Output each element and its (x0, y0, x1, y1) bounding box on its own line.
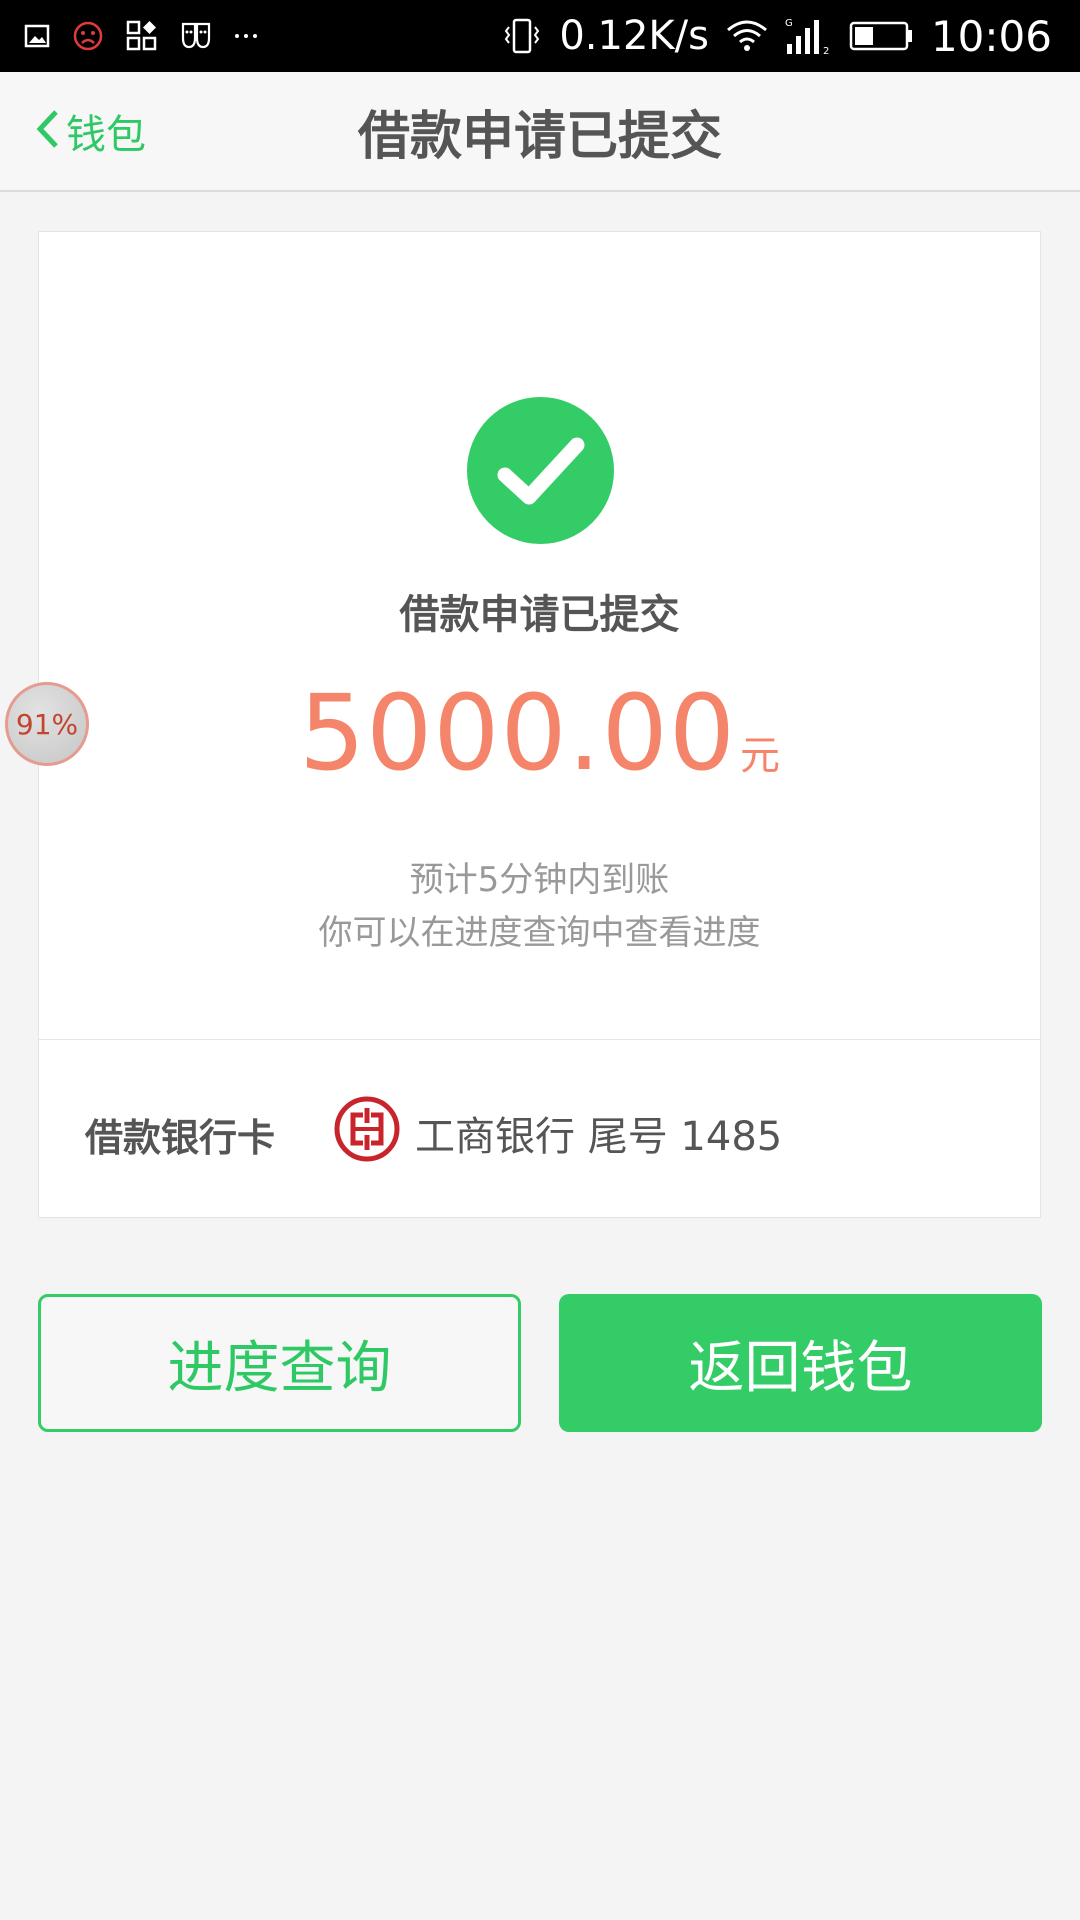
bank-card-info: 工商银行 尾号 1485 (415, 1114, 783, 1160)
result-card: 借款申请已提交 5000.00 元 预计5分钟内到账 你可以在进度查询中查看进度 … (38, 231, 1041, 1218)
svg-text:G: G (785, 18, 793, 29)
status-bar: 0.12K/s G2 10:06 (0, 0, 1080, 72)
amount-value: 5000.00 (298, 672, 737, 794)
progress-hint: 你可以在进度查询中查看进度 (318, 913, 761, 953)
image-icon (24, 24, 50, 48)
apps-icon (126, 20, 158, 52)
sad-face-icon (72, 20, 104, 52)
divider (39, 1039, 1040, 1040)
arrival-estimate: 预计5分钟内到账 (409, 860, 670, 900)
signal-icon: G2 (785, 16, 833, 56)
network-speed: 0.12K/s (559, 13, 709, 59)
floating-memory-bubble[interactable]: 91% (5, 682, 89, 766)
status-bar-system: 0.12K/s G2 10:06 (501, 8, 1052, 64)
clock: 10:06 (930, 11, 1052, 61)
masks-icon (180, 20, 212, 52)
bank-card-label: 借款银行卡 (85, 1116, 276, 1160)
header-bar: 钱包 借款申请已提交 (0, 72, 1080, 192)
page-title: 借款申请已提交 (357, 107, 722, 167)
icbc-bank-logo-icon (334, 1096, 400, 1162)
success-check-icon (467, 397, 614, 544)
amount-unit: 元 (740, 733, 781, 779)
svg-text:2: 2 (823, 46, 829, 56)
more-icon (234, 31, 258, 41)
vibrate-icon (501, 15, 543, 57)
loan-amount: 5000.00 元 (39, 672, 1040, 794)
result-heading: 借款申请已提交 (399, 592, 680, 638)
wifi-icon (725, 18, 769, 54)
status-bar-notifications (24, 18, 258, 54)
progress-query-button[interactable]: 进度查询 (38, 1294, 521, 1432)
return-wallet-button[interactable]: 返回钱包 (559, 1294, 1042, 1432)
battery-icon (849, 20, 915, 52)
